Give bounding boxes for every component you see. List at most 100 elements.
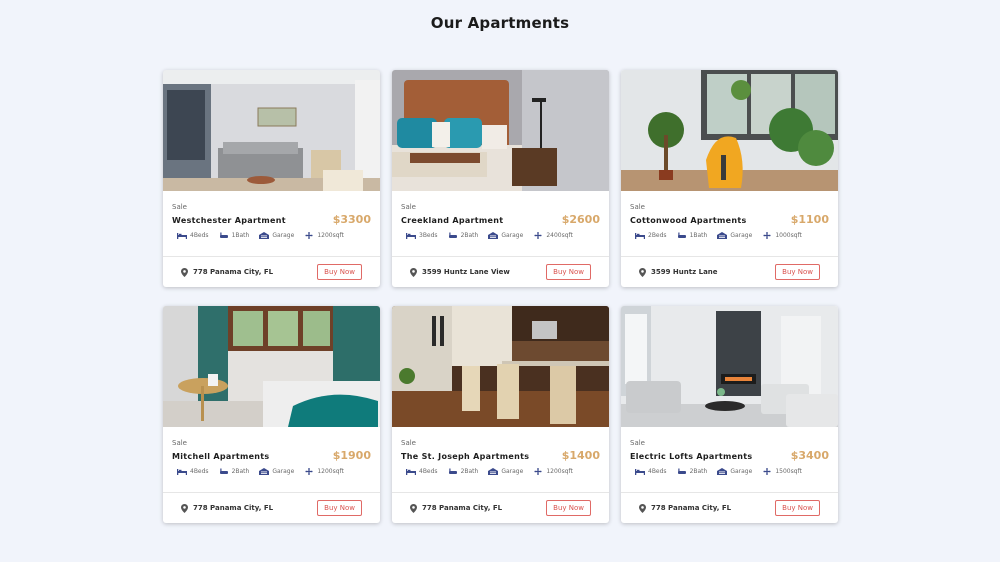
page-title: Our Apartments <box>430 14 570 32</box>
garage-icon <box>488 232 499 239</box>
garage-label: Garage <box>730 232 753 239</box>
apartment-photo[interactable] <box>163 306 380 427</box>
card-info: Sale Mitchell Apartments $1900 4Beds 2Ba… <box>163 427 380 493</box>
area-size: 1200sqft <box>546 468 573 475</box>
location-text: 778 Panama City, FL <box>422 504 503 512</box>
bed-icon <box>406 233 416 239</box>
garage-icon <box>488 468 499 475</box>
location-pin-icon <box>410 267 417 277</box>
feature-list: 4Beds 1Bath Garage 1200sqft <box>172 232 371 239</box>
garage-label: Garage <box>272 468 295 475</box>
card-footer: 3599 Huntz Lane View Buy Now <box>392 257 609 287</box>
sale-tag: Sale <box>401 203 416 211</box>
feature-list: 4Beds 2Bath Garage 1200sqft <box>172 468 371 475</box>
location-pin-icon <box>181 267 188 277</box>
garage-label: Garage <box>272 232 295 239</box>
feature-list: 2Beds 1Bath Garage 1000sqft <box>630 232 829 239</box>
area-size: 1200sqft <box>317 232 344 239</box>
apartment-photo[interactable] <box>163 70 380 191</box>
garage-icon <box>259 468 270 475</box>
bed-icon <box>177 233 187 239</box>
bathtub-icon <box>448 232 457 238</box>
card-footer: 778 Panama City, FL Buy Now <box>392 493 609 523</box>
apartment-photo[interactable] <box>392 306 609 427</box>
area-size: 1200sqft <box>317 468 344 475</box>
location-pin-icon <box>639 267 646 277</box>
buy-now-button[interactable]: Buy Now <box>317 264 362 280</box>
location-pin-icon <box>410 503 417 513</box>
apartment-name[interactable]: Creekland Apartment <box>401 216 503 225</box>
area-icon <box>534 468 542 475</box>
apartment-name[interactable]: The St. Joseph Apartments <box>401 452 529 461</box>
area-icon <box>763 232 771 239</box>
buy-now-button[interactable]: Buy Now <box>317 500 362 516</box>
sale-tag: Sale <box>630 439 645 447</box>
apartment-price: $1400 <box>561 449 600 462</box>
garage-icon <box>717 232 728 239</box>
area-icon <box>534 232 542 239</box>
bathtub-icon <box>219 468 228 474</box>
baths-count: 2Bath <box>460 232 479 239</box>
card-info: Sale Westchester Apartment $3300 4Beds 1… <box>163 191 380 257</box>
feature-list: 4Beds 2Bath Garage 1500sqft <box>630 468 829 475</box>
location-pin-icon <box>181 503 188 513</box>
apartment-card[interactable]: Sale Mitchell Apartments $1900 4Beds 2Ba… <box>163 306 380 523</box>
buy-now-button[interactable]: Buy Now <box>546 264 591 280</box>
apartment-price: $3300 <box>332 213 371 226</box>
apartment-card[interactable]: Sale Westchester Apartment $3300 4Beds 1… <box>163 70 380 287</box>
apartment-price: $2600 <box>561 213 600 226</box>
card-footer: 3599 Huntz Lane Buy Now <box>621 257 838 287</box>
sale-tag: Sale <box>172 439 187 447</box>
card-info: Sale The St. Joseph Apartments $1400 4Be… <box>392 427 609 493</box>
sale-tag: Sale <box>172 203 187 211</box>
garage-label: Garage <box>501 232 524 239</box>
apartment-price: $3400 <box>790 449 829 462</box>
apartments-grid: Sale Westchester Apartment $3300 4Beds 1… <box>163 70 838 523</box>
apartment-price: $1900 <box>332 449 371 462</box>
card-info: Sale Cottonwood Apartments $1100 2Beds 1… <box>621 191 838 257</box>
beds-count: 4Beds <box>190 232 209 239</box>
baths-count: 1Bath <box>231 232 250 239</box>
apartment-photo[interactable] <box>392 70 609 191</box>
bed-icon <box>406 469 416 475</box>
apartment-name[interactable]: Westchester Apartment <box>172 216 286 225</box>
location-text: 778 Panama City, FL <box>193 268 274 276</box>
baths-count: 2Bath <box>689 468 708 475</box>
bed-icon <box>177 469 187 475</box>
sale-tag: Sale <box>401 439 416 447</box>
apartment-card[interactable]: Sale Creekland Apartment $2600 3Beds 2Ba… <box>392 70 609 287</box>
garage-label: Garage <box>501 468 524 475</box>
garage-icon <box>717 468 728 475</box>
area-size: 1500sqft <box>775 468 802 475</box>
bathtub-icon <box>677 468 686 474</box>
area-icon <box>305 232 313 239</box>
location-text: 3599 Huntz Lane View <box>422 268 510 276</box>
apartment-card[interactable]: Sale Electric Lofts Apartments $3400 4Be… <box>621 306 838 523</box>
apartment-card[interactable]: Sale Cottonwood Apartments $1100 2Beds 1… <box>621 70 838 287</box>
location-text: 778 Panama City, FL <box>193 504 274 512</box>
buy-now-button[interactable]: Buy Now <box>775 500 820 516</box>
feature-list: 4Beds 2Bath Garage 1200sqft <box>401 468 600 475</box>
area-icon <box>763 468 771 475</box>
apartment-name[interactable]: Mitchell Apartments <box>172 452 270 461</box>
apartment-photo[interactable] <box>621 306 838 427</box>
location-pin-icon <box>639 503 646 513</box>
card-footer: 778 Panama City, FL Buy Now <box>163 493 380 523</box>
feature-list: 3Beds 2Bath Garage 2400sqft <box>401 232 600 239</box>
card-info: Sale Creekland Apartment $2600 3Beds 2Ba… <box>392 191 609 257</box>
area-icon <box>305 468 313 475</box>
apartment-photo[interactable] <box>621 70 838 191</box>
buy-now-button[interactable]: Buy Now <box>546 500 591 516</box>
sale-tag: Sale <box>630 203 645 211</box>
area-size: 1000sqft <box>775 232 802 239</box>
apartment-name[interactable]: Cottonwood Apartments <box>630 216 747 225</box>
beds-count: 4Beds <box>419 468 438 475</box>
apartment-name[interactable]: Electric Lofts Apartments <box>630 452 753 461</box>
bathtub-icon <box>677 232 686 238</box>
garage-label: Garage <box>730 468 753 475</box>
buy-now-button[interactable]: Buy Now <box>775 264 820 280</box>
apartment-card[interactable]: Sale The St. Joseph Apartments $1400 4Be… <box>392 306 609 523</box>
card-footer: 778 Panama City, FL Buy Now <box>163 257 380 287</box>
location-text: 3599 Huntz Lane <box>651 268 718 276</box>
beds-count: 2Beds <box>648 232 667 239</box>
